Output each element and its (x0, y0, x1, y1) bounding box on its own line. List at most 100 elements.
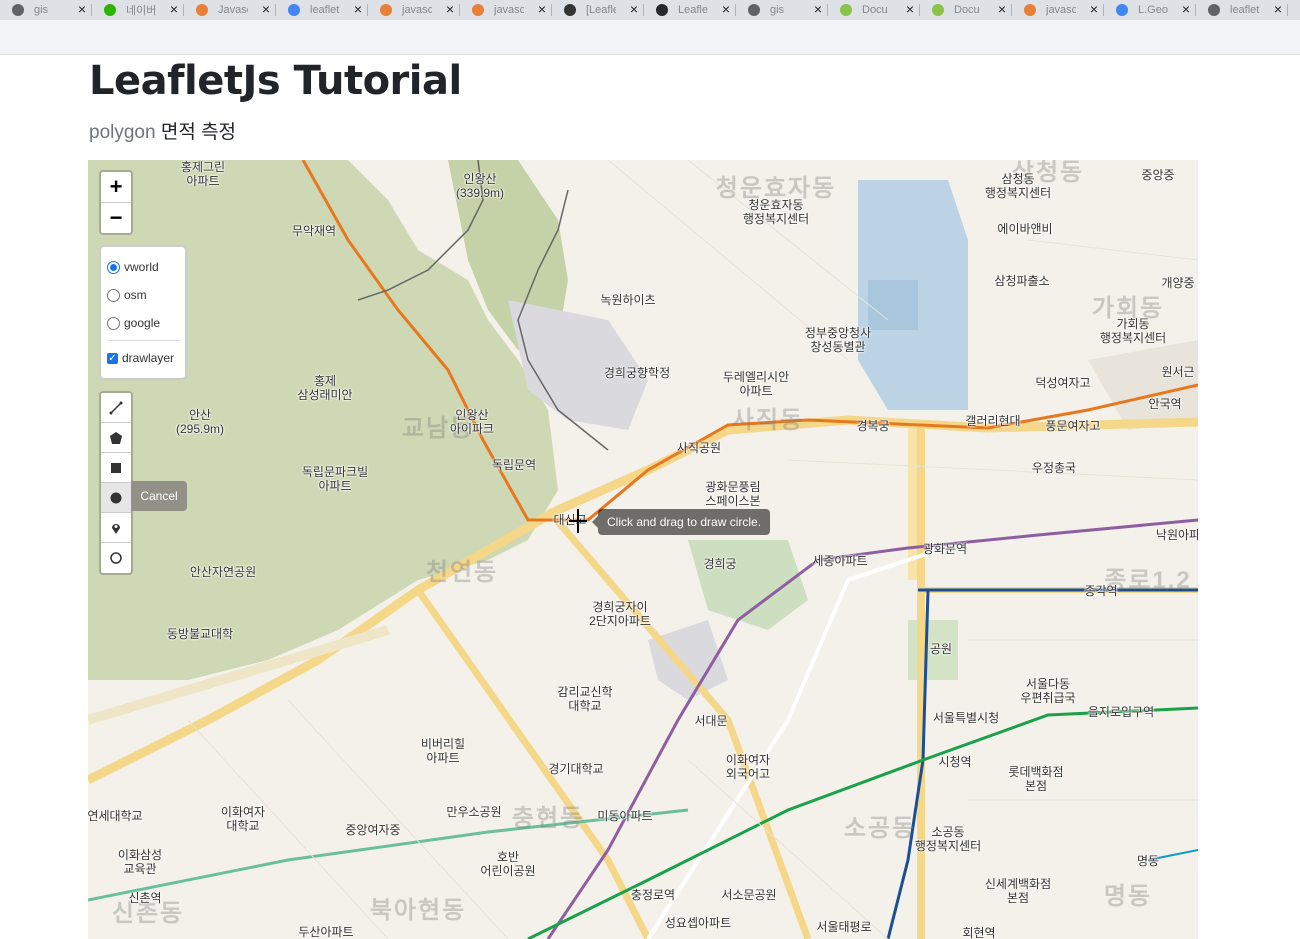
draw-circle-button[interactable] (101, 483, 131, 513)
rectangle-icon (111, 462, 121, 473)
close-tab-icon[interactable]: × (78, 1, 86, 17)
map-label: 중앙중 (1141, 168, 1175, 182)
close-tab-icon[interactable]: × (1274, 1, 1282, 17)
map-label: 충정로역 (630, 888, 676, 902)
map-label: 감리교신학 대학교 (557, 685, 613, 713)
map-label: 원서근 (1161, 365, 1195, 379)
browser-tab[interactable]: leaflet × (1196, 0, 1288, 20)
radio-icon[interactable] (107, 260, 120, 274)
layer-option-label: google (124, 316, 161, 330)
map-label: 을지로입구역 (1087, 705, 1155, 719)
favicon-icon (12, 4, 24, 16)
close-tab-icon[interactable]: × (1182, 1, 1190, 17)
map-label: 청운효자동 행정복지센터 (742, 198, 810, 226)
favicon-icon (380, 4, 392, 16)
browser-tab[interactable]: gis × (0, 0, 92, 20)
browser-tab[interactable]: [Leaflet] × (552, 0, 644, 20)
draw-polyline-button[interactable] (101, 393, 131, 423)
close-tab-icon[interactable]: × (906, 1, 914, 17)
close-tab-icon[interactable]: × (998, 1, 1006, 17)
layer-option-google[interactable]: google (107, 309, 181, 337)
close-tab-icon[interactable]: × (814, 1, 822, 17)
page-subtitle: polygon 면적 측정 (89, 117, 236, 144)
close-tab-icon[interactable]: × (446, 1, 454, 17)
zoom-out-button[interactable]: − (101, 203, 131, 233)
map-label: 세종아파트 (812, 554, 868, 568)
map-label: 경희궁향학정 (603, 366, 671, 380)
checkbox-icon[interactable]: ✓ (107, 352, 118, 364)
map-label: 광화문풍림 스페이스본 (705, 480, 761, 508)
browser-tab[interactable]: Javascript × (184, 0, 276, 20)
favicon-icon (1024, 4, 1036, 16)
map-label: 삼청파출소 (994, 274, 1050, 288)
map-label: 두레엘리시안 아파트 (722, 370, 790, 398)
layer-option-osm[interactable]: osm (107, 281, 181, 309)
draw-circlemarker-button[interactable] (101, 543, 131, 573)
map-label: 사직공원 (676, 441, 722, 455)
layer-option-vworld[interactable]: vworld (107, 253, 181, 281)
close-tab-icon[interactable]: × (630, 1, 638, 17)
zoom-in-button[interactable]: + (101, 172, 131, 203)
draw-polygon-button[interactable] (101, 423, 131, 453)
map-label: 녹원하이츠 (600, 293, 656, 307)
browser-tab[interactable]: Docu × (920, 0, 1012, 20)
overlay-drawlayer[interactable]: ✓ drawlayer (107, 344, 181, 372)
map-label: 연세대학교 (88, 809, 143, 823)
close-tab-icon[interactable]: × (722, 1, 730, 17)
map-label: 시청역 (938, 755, 972, 769)
tab-title: leaflet (310, 4, 340, 16)
district-label: 천연동 (425, 559, 499, 586)
close-tab-icon[interactable]: × (354, 1, 362, 17)
tab-title: Docu (954, 4, 980, 16)
map-label: 롯데백화점 본점 (1008, 765, 1064, 793)
favicon-icon (1208, 4, 1220, 16)
layer-separator (107, 340, 181, 341)
browser-tab[interactable]: 네이버 × (92, 0, 184, 20)
map-label: 홍제그린 아파트 (180, 160, 226, 188)
map-label: 이화삼성 교육관 (117, 848, 163, 876)
map-label: 동방불교대학 (166, 627, 234, 641)
radio-icon[interactable] (107, 288, 120, 302)
draw-toolbar (99, 391, 133, 575)
radio-icon[interactable] (107, 316, 120, 330)
browser-tab[interactable]: L.Geo × (1104, 0, 1196, 20)
close-tab-icon[interactable]: × (262, 1, 270, 17)
circle-icon (110, 492, 122, 503)
map-label: 종각역 (1084, 584, 1118, 598)
browser-tab[interactable]: gis × (736, 0, 828, 20)
map-label: 서울특별시청 (932, 711, 1000, 725)
map-label: 인왕산 아이파크 (449, 408, 495, 436)
tab-title: leaflet (1230, 4, 1260, 16)
district-label: 북아현동 (369, 897, 467, 924)
layer-switcher: vworld osm google ✓ drawlayer (99, 245, 187, 380)
tab-title: Leaflet (678, 4, 708, 16)
map-label: 서울태평로 (816, 920, 872, 934)
crosshair-cursor-icon (569, 509, 587, 533)
browser-tab[interactable]: leaflet × (276, 0, 368, 20)
map-label: 이화여자 외국어고 (725, 753, 771, 781)
map-label: 인왕산 (339.9m) (455, 172, 505, 200)
district-label: 사직동 (731, 407, 805, 434)
leaflet-map[interactable]: 청운효자동 삼청동 가회동 사직동 교남동 천연동 충현동 소공동 북아현동 신촌동 명동 종로1.2… (88, 160, 1198, 939)
close-tab-icon[interactable]: × (538, 1, 546, 17)
map-label: 신촌역 (128, 891, 162, 905)
map-label: 무악재역 (291, 224, 337, 238)
map-label: 안산자연공원 (189, 565, 257, 579)
draw-rectangle-button[interactable] (101, 453, 131, 483)
close-tab-icon[interactable]: × (1090, 1, 1098, 17)
layer-option-label: osm (124, 288, 147, 302)
close-tab-icon[interactable]: × (170, 1, 178, 17)
cancel-draw-button[interactable]: Cancel (131, 481, 187, 511)
favicon-icon (1116, 4, 1128, 16)
map-label: 만우소공원 (446, 805, 502, 819)
browser-tab[interactable]: javascript × (368, 0, 460, 20)
browser-tab[interactable]: Leaflet × (644, 0, 736, 20)
browser-tab[interactable]: Docu × (828, 0, 920, 20)
map-label: 가회동 행정복지센터 (1099, 317, 1167, 345)
browser-tab[interactable]: javascript × (1012, 0, 1104, 20)
map-label: 호반 어린이공원 (480, 850, 536, 878)
map-label: 미동아파트 (597, 809, 653, 823)
map-label: 갤러리현대 (965, 414, 1021, 428)
draw-marker-button[interactable] (101, 513, 131, 543)
browser-tab[interactable]: javascript × (460, 0, 552, 20)
